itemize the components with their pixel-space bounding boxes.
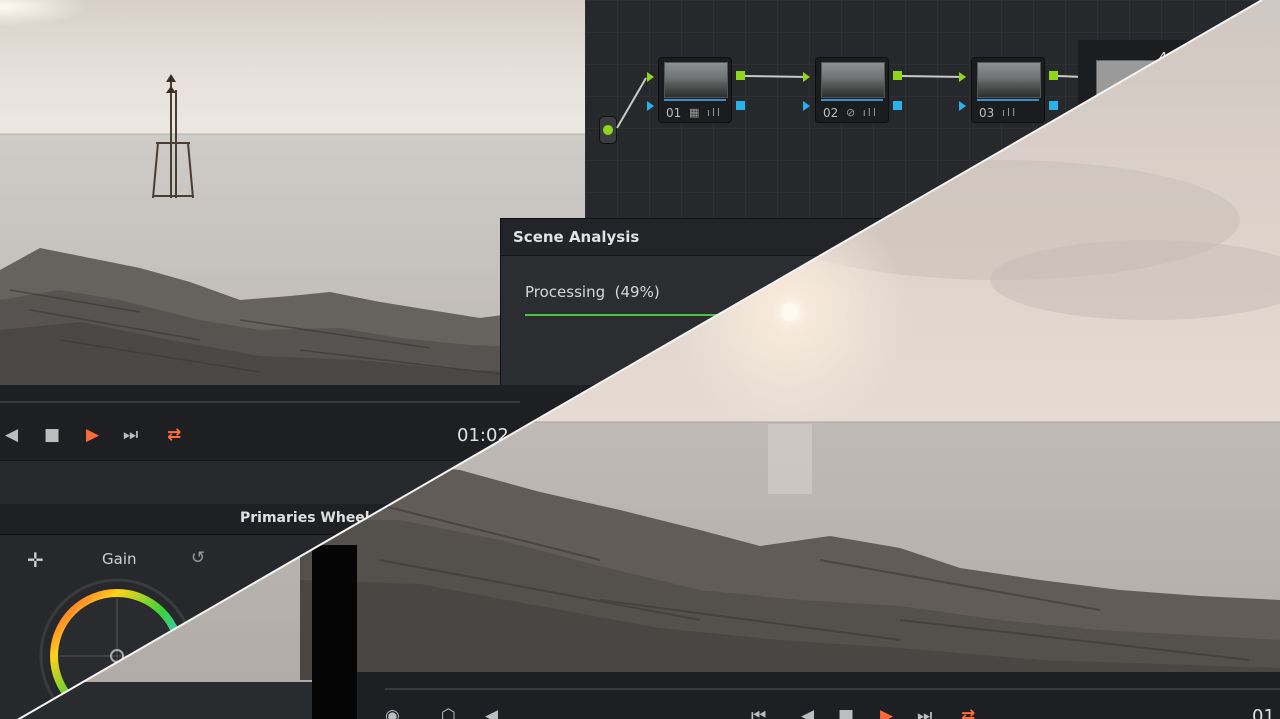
play-reverse-button[interactable]: ◀: [5, 425, 18, 445]
node-01-rgb-input[interactable]: [647, 72, 654, 82]
node-03-thumbnail: [977, 62, 1041, 98]
node-01-rgb-output[interactable]: [736, 71, 745, 80]
graded-timecode: 01: [1252, 706, 1275, 719]
node-03-bar: [977, 99, 1039, 101]
node-02-label: 02: [823, 106, 839, 120]
node-01-thumbnail: [664, 62, 728, 98]
play-icon[interactable]: ▶: [880, 706, 893, 719]
record-icon[interactable]: ◉: [385, 706, 400, 719]
node-01-key-input[interactable]: [647, 101, 654, 111]
go-to-end-icon[interactable]: ⏭: [917, 706, 932, 719]
node-02-bar: [821, 99, 883, 101]
node-02-status-icons: ⊘ ıll: [846, 106, 878, 119]
play-button[interactable]: ▶: [86, 425, 99, 445]
stop-icon[interactable]: ■: [838, 706, 854, 719]
gain-label: Gain: [102, 550, 137, 568]
node-02-rgb-input[interactable]: [803, 72, 810, 82]
dialog-title: Scene Analysis: [513, 228, 640, 246]
prev-frame-icon[interactable]: ◀: [485, 706, 498, 719]
node-02-rgb-output[interactable]: [893, 71, 902, 80]
graded-transport-bar: ◉ ⬡ ◀ ⏮ ◀ ■ ▶ ⏭ ⇄ 01: [357, 672, 1280, 719]
node-03-key-input[interactable]: [959, 101, 966, 111]
viewer-letterbox: [312, 545, 357, 719]
loop-button[interactable]: ⇄: [167, 425, 181, 445]
picker-icon[interactable]: ✛: [27, 548, 44, 572]
node-03-rgb-input[interactable]: [959, 72, 966, 82]
node-01-label: 01: [666, 106, 682, 120]
node-03-label: 03: [979, 106, 995, 120]
go-to-start-icon[interactable]: ⏮: [751, 706, 766, 719]
scrubber-track[interactable]: [0, 401, 520, 403]
reset-icon[interactable]: ↺: [191, 548, 205, 568]
node-02[interactable]: 02 ⊘ ıll: [815, 57, 889, 123]
panel-title: Primaries Wheel: [240, 510, 370, 526]
node-01-status-icons: ▦ ıll: [689, 106, 723, 119]
next-clip-button[interactable]: ⏭: [123, 425, 138, 445]
node-03-status-icons: ıll: [1002, 106, 1018, 119]
node-02-key-input[interactable]: [803, 101, 810, 111]
stop-button[interactable]: ■: [44, 425, 60, 445]
node-01-bar: [664, 99, 726, 101]
node-01-key-output[interactable]: [736, 101, 745, 110]
reverse-icon[interactable]: ◀: [801, 706, 814, 719]
node-03-key-output[interactable]: [1049, 101, 1058, 110]
node-01[interactable]: 01 ▦ ıll: [658, 57, 732, 123]
node-02-thumbnail: [821, 62, 885, 98]
processing-status: Processing (49%): [525, 283, 660, 301]
loop-icon[interactable]: ⇄: [961, 706, 975, 719]
node-03[interactable]: 03 ıll: [971, 57, 1045, 123]
node-03-rgb-output[interactable]: [1049, 71, 1058, 80]
node-02-key-output[interactable]: [893, 101, 902, 110]
graded-scrubber-track[interactable]: [385, 688, 1280, 690]
hex-icon[interactable]: ⬡: [441, 706, 456, 719]
